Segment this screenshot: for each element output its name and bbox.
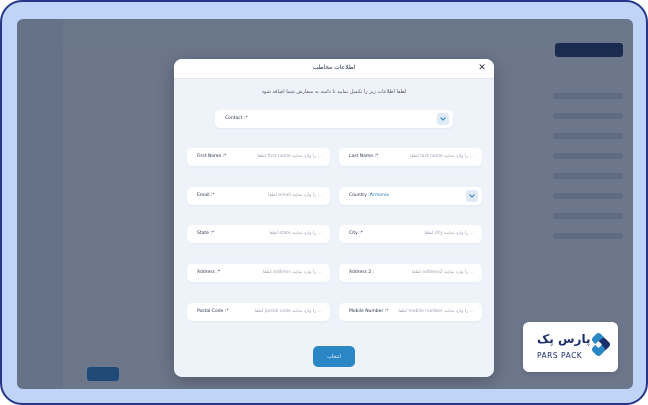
mobile-number-field[interactable]: Mobile Number :* لطفا mobile number را و… [339,303,482,321]
address2-field[interactable]: Address 2 : لطفا address2 را وارد نمایید… [339,264,482,282]
contact-label: Contact :* [225,116,248,121]
outer-frame: اطلاعات مخاطب ✕ لطفا اطلاعات زیر را تکمی… [0,0,648,405]
country-value: Armenia [370,193,389,198]
select-button[interactable]: انتخاب [313,346,355,367]
address2-label: Address 2 : [349,270,375,275]
country-label: Country :* [349,193,373,198]
city-label: City :* [349,231,364,236]
postal-code-placeholder: لطفا postal code را وارد نمایید ... [254,309,322,314]
contact-select[interactable]: Contact :* [215,110,453,128]
chevron-down-icon[interactable] [466,190,478,202]
postal-code-label: Postal Code :* [197,309,229,314]
contact-info-modal: اطلاعات مخاطب ✕ لطفا اطلاعات زیر را تکمی… [174,59,494,377]
first-name-placeholder: لطفا first name را وارد نمایید ... [257,154,322,159]
modal-title: اطلاعات مخاطب [312,64,356,71]
first-name-label: First Name :* [197,154,227,159]
modal-header: اطلاعات مخاطب ✕ [174,59,494,79]
address2-placeholder: لطفا address2 را وارد نمایید ... [412,270,474,275]
mobile-number-placeholder: لطفا mobile number را وارد نمایید ... [398,309,474,314]
state-field[interactable]: State :* لطفا state را وارد نمایید ... [187,225,330,243]
logo-text-en: PARS PACK [537,351,583,360]
last-name-label: Last Name :* [349,154,379,159]
state-label: State :* [197,231,215,236]
chevron-down-icon[interactable] [437,113,449,125]
address-label: Address :* [197,270,221,275]
city-field[interactable]: City :* لطفا city را وارد نمایید ... [339,225,482,243]
last-name-placeholder: لطفا last name را وارد نمایید ... [410,154,474,159]
logo-text-fa: پارس پک [537,332,591,346]
state-placeholder: لطفا state را وارد نمایید ... [269,231,322,236]
first-name-field[interactable]: First Name :* لطفا first name را وارد نم… [187,148,330,166]
postal-code-field[interactable]: Postal Code :* لطفا postal code را وارد … [187,303,330,321]
email-label: Email :* [197,193,215,198]
mobile-number-label: Mobile Number :* [349,309,389,314]
close-icon[interactable]: ✕ [477,63,487,73]
last-name-field[interactable]: Last Name :* لطفا last name را وارد نمای… [339,148,482,166]
country-select[interactable]: Country :* Armenia [339,187,482,205]
modal-subtitle: لطفا اطلاعات زیر را تکمیل نمایید تا دامن… [261,89,407,95]
city-placeholder: لطفا city را وارد نمایید ... [424,231,474,236]
address-field[interactable]: Address :* لطفا address را وارد نمایید .… [187,264,330,282]
address-placeholder: لطفا address را وارد نمایید ... [262,270,322,275]
email-field[interactable]: Email :* لطفا email را وارد نمایید ... [187,187,330,205]
parspack-logo-icon [587,332,615,360]
email-placeholder: لطفا email را وارد نمایید ... [268,193,322,198]
parspack-logo-card: پارس پک PARS PACK [523,322,618,372]
